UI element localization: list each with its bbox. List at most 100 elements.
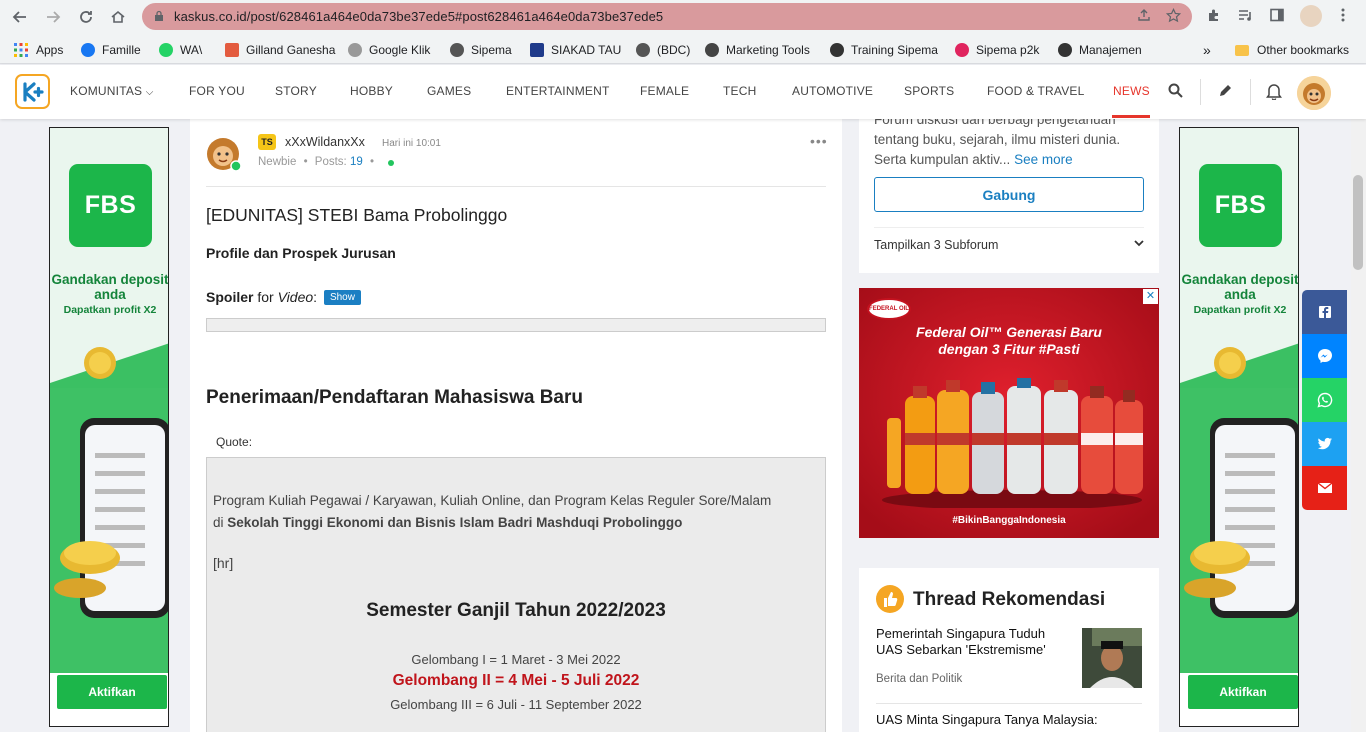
sipema-p2k-icon: [955, 43, 969, 57]
bookmark-siakad[interactable]: SIAKAD TAU: [530, 41, 621, 59]
address-bar[interactable]: kaskus.co.id/post/628461a464e0da73be37ed…: [142, 3, 1192, 30]
spoiler-show-button[interactable]: Show: [323, 290, 361, 305]
home-icon: [111, 10, 125, 23]
oil-bottles-illustration: [882, 378, 1143, 508]
profile-avatar[interactable]: [1300, 5, 1322, 27]
close-ad-icon[interactable]: ✕: [1143, 289, 1158, 304]
bookmark-manajemen[interactable]: Manajemen: [1058, 41, 1142, 59]
nav-sports[interactable]: SPORTS: [904, 84, 954, 98]
other-bookmarks[interactable]: Other bookmarks: [1235, 41, 1349, 59]
share-facebook-button[interactable]: [1302, 290, 1347, 334]
thread-rec-category[interactable]: Berita dan Politik: [876, 673, 962, 685]
email-icon: [1317, 482, 1332, 493]
fbs-ad-left[interactable]: FBS Gandakan deposit anda Dapatkan profi…: [49, 127, 169, 727]
oil-ad-line2: dengan 3 Fitur #Pasti: [938, 341, 1080, 357]
training-icon: [830, 43, 844, 57]
posts-count: 19: [349, 156, 363, 168]
bookmark-sipema-p2k[interactable]: Sipema p2k: [955, 41, 1039, 59]
user-avatar[interactable]: [1297, 76, 1331, 110]
semester-heading: Semester Ganjil Tahun 2022/2023: [366, 600, 666, 621]
thread-rec-title[interactable]: UAS Minta Singapura Tanya Malaysia:: [876, 712, 1146, 728]
bookmark-google-klik[interactable]: Google Klik: [348, 41, 430, 59]
bookmark-label: SIAKAD TAU: [551, 43, 622, 57]
nav-news[interactable]: NEWS: [1113, 84, 1150, 98]
share-page-icon[interactable]: [1135, 8, 1153, 26]
bookmark-label: Gilland Ganesha: [246, 43, 336, 57]
globe-icon: [348, 43, 362, 57]
nav-komunitas[interactable]: KOMUNITAS ⌵: [70, 84, 154, 98]
thumbs-up-icon: [876, 585, 904, 613]
browser-menu-icon[interactable]: [1333, 7, 1353, 27]
share-whatsapp-button[interactable]: [1302, 378, 1347, 422]
side-panel-icon[interactable]: [1267, 7, 1287, 27]
bookmark-training-sipema[interactable]: Training Sipema: [830, 41, 938, 59]
bookmark-wa[interactable]: WA\: [159, 41, 202, 59]
post-subtitle: Profile dan Prospek Jurusan: [206, 245, 396, 261]
nav-female[interactable]: FEMALE: [640, 84, 689, 98]
nav-label: KOMUNITAS: [70, 84, 143, 98]
bookmark-label: Apps: [36, 43, 64, 57]
pencil-icon[interactable]: [1218, 83, 1233, 102]
nav-for-you[interactable]: FOR YOU: [189, 84, 245, 98]
home-button[interactable]: [106, 5, 130, 29]
card-divider: [874, 227, 1144, 228]
nav-entertainment[interactable]: ENTERTAINMENT: [506, 84, 610, 98]
header-divider: [1200, 79, 1201, 105]
globe-icon: [450, 43, 464, 57]
chevron-down-icon[interactable]: [1133, 237, 1145, 252]
media-control-icon[interactable]: [1235, 7, 1255, 27]
bell-icon[interactable]: [1266, 83, 1282, 104]
nav-tech[interactable]: TECH: [723, 84, 756, 98]
nav-hobby[interactable]: HOBBY: [350, 84, 393, 98]
bookmark-bdc[interactable]: (BDC): [636, 41, 690, 59]
more-options-icon[interactable]: •••: [810, 133, 828, 149]
quote-box: Program Kuliah Pegawai / Karyawan, Kulia…: [206, 457, 826, 732]
scrollbar-thumb[interactable]: [1353, 175, 1363, 270]
more-bookmarks-button[interactable]: »: [1203, 41, 1211, 59]
kaskus-logo[interactable]: [15, 74, 50, 109]
join-community-button[interactable]: Gabung: [874, 177, 1144, 212]
back-button[interactable]: [8, 5, 32, 29]
quote-prefix: di: [213, 515, 224, 530]
nav-games[interactable]: GAMES: [427, 84, 471, 98]
share-messenger-button[interactable]: [1302, 334, 1347, 378]
aktifkan-button[interactable]: Aktifkan: [1188, 675, 1298, 709]
bookmark-star-icon[interactable]: [1164, 7, 1182, 26]
bookmark-sipema[interactable]: Sipema: [450, 41, 512, 59]
ad-subline: Dapatkan profit X2: [63, 304, 157, 316]
federal-oil-logo: FEDERAL OIL: [867, 298, 911, 320]
author-username[interactable]: xXxWildanxXx: [285, 135, 365, 149]
bookmark-gilland[interactable]: Gilland Ganesha: [225, 41, 335, 59]
see-more-link[interactable]: See more: [1014, 152, 1073, 167]
extensions-icon[interactable]: [1204, 7, 1224, 27]
oil-ad-hashtag: #BikinBanggaIndonesia: [952, 515, 1066, 526]
thread-rec-thumbnail[interactable]: [1082, 628, 1142, 688]
bookmark-label: Training Sipema: [851, 43, 938, 57]
phone-coins-illustration: [50, 343, 168, 673]
nav-automotive[interactable]: AUTOMOTIVE: [792, 84, 873, 98]
nav-story[interactable]: STORY: [275, 84, 317, 98]
bookmark-famille[interactable]: Famille: [81, 41, 141, 59]
author-avatar[interactable]: [205, 136, 242, 172]
separator-dot: •: [303, 156, 308, 168]
federal-oil-ad[interactable]: FEDERAL OIL Federal Oil™ Generasi Baru d…: [859, 288, 1159, 538]
search-icon[interactable]: [1168, 83, 1183, 102]
forward-button[interactable]: [41, 5, 65, 29]
bookmark-marketing-tools[interactable]: Marketing Tools: [705, 41, 810, 59]
reload-button[interactable]: [74, 5, 98, 29]
bookmark-label: WA\: [180, 43, 203, 57]
fbs-ad-right[interactable]: FBS Gandakan deposit anda Dapatkan profi…: [1179, 127, 1299, 727]
spoiler-header: Spoiler for Video: Show: [206, 289, 361, 305]
siakad-icon: [530, 43, 544, 57]
aktifkan-button[interactable]: Aktifkan: [57, 675, 167, 709]
nav-food-travel[interactable]: FOOD & TRAVEL: [987, 84, 1085, 98]
phone-coins-illustration: [1180, 343, 1298, 673]
facebook-icon: [81, 43, 95, 57]
show-subforum-toggle[interactable]: Tampilkan 3 Subforum: [874, 238, 998, 252]
thread-rec-title[interactable]: Pemerintah Singapura Tuduh UAS Sebarkan …: [876, 626, 1066, 658]
bookmark-apps[interactable]: Apps: [14, 41, 63, 59]
facebook-icon: [1318, 306, 1331, 318]
share-twitter-button[interactable]: [1302, 422, 1347, 466]
share-email-button[interactable]: [1302, 466, 1347, 510]
community-card: Forum diskusi dan berbagi pengetahuan te…: [859, 112, 1159, 273]
